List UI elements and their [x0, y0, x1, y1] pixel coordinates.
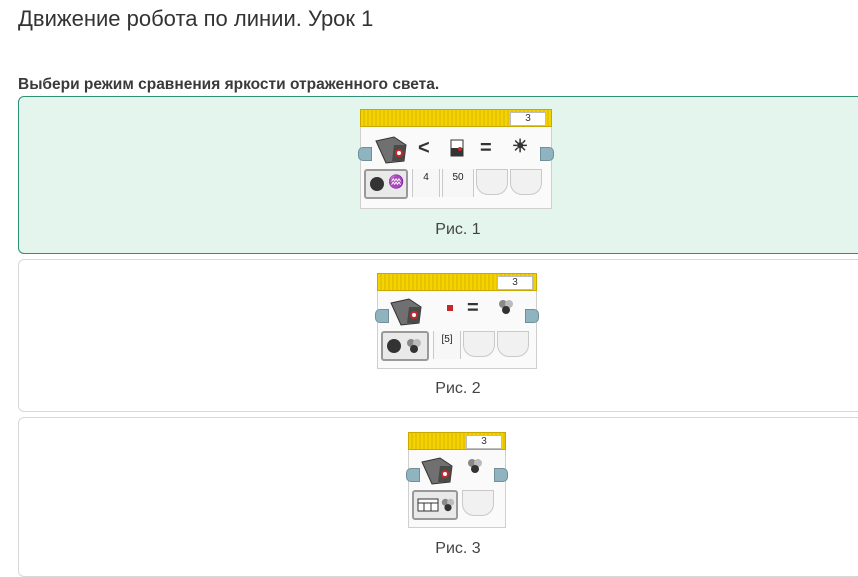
- color-circles-icon: [468, 459, 482, 473]
- mode-selector-button[interactable]: [381, 331, 429, 361]
- ev3-block-compare-color: 3 = [5]: [375, 273, 539, 369]
- less-than-icon: <: [418, 137, 430, 159]
- red-indicator-icon: [447, 305, 453, 311]
- sensor-mode-icon: [370, 177, 384, 191]
- ev3-block-measure-color: 3: [406, 432, 508, 528]
- answer-option-2[interactable]: 3 = [5] Рис. 2: [18, 259, 858, 412]
- measure-mode-icon: [417, 498, 439, 512]
- param-compare-type[interactable]: 4: [412, 169, 440, 197]
- color-mode-icon: [407, 339, 421, 353]
- threshold-icon: [450, 139, 464, 157]
- option-caption: Рис. 2: [435, 380, 481, 397]
- page-title: Движение робота по линии. Урок 1: [18, 6, 374, 31]
- sequence-in-port-icon: [375, 309, 389, 323]
- equals-icon: =: [467, 297, 479, 319]
- option-caption: Рис. 3: [435, 540, 481, 557]
- output-compare-result[interactable]: [476, 169, 508, 195]
- equals-icon: =: [480, 137, 492, 159]
- sequence-out-port-icon: [494, 468, 508, 482]
- color-sensor-icon: [421, 457, 453, 485]
- mode-selector-button[interactable]: ♒: [364, 169, 408, 199]
- output-compare-result[interactable]: [463, 331, 495, 357]
- color-circles-icon: [499, 300, 513, 314]
- option-caption: Рис. 1: [435, 221, 481, 238]
- sequence-in-port-icon: [406, 468, 420, 482]
- light-sun-icon: ☀: [512, 136, 529, 156]
- param-color-set[interactable]: [5]: [433, 331, 461, 359]
- output-measured-value[interactable]: [497, 331, 529, 357]
- param-threshold[interactable]: 50: [442, 169, 474, 197]
- color-sensor-icon: [375, 136, 407, 164]
- block-port-number: 3: [510, 112, 546, 126]
- sequence-in-port-icon: [358, 147, 372, 161]
- sequence-out-port-icon: [525, 309, 539, 323]
- ev3-block-compare-reflected: 3 < = ☀ ♒ 4 50: [358, 109, 556, 209]
- block-port-number: 3: [466, 435, 502, 449]
- answer-option-3[interactable]: 3 Рис. 3: [18, 417, 858, 577]
- color-sensor-icon: [390, 298, 422, 326]
- answer-option-1[interactable]: 3 < = ☀ ♒ 4 50 Рис. 1: [18, 96, 858, 254]
- question-text: Выбери режим сравнения яркости отраженно…: [18, 76, 440, 93]
- color-mode-icon: [441, 498, 455, 512]
- sequence-out-port-icon: [540, 147, 554, 161]
- output-color-value[interactable]: [462, 490, 494, 516]
- output-measured-value[interactable]: [510, 169, 542, 195]
- reflected-light-icon: ♒: [388, 174, 405, 189]
- sensor-mode-icon: [387, 339, 401, 353]
- block-port-number: 3: [497, 276, 533, 290]
- mode-selector-button[interactable]: [412, 490, 458, 520]
